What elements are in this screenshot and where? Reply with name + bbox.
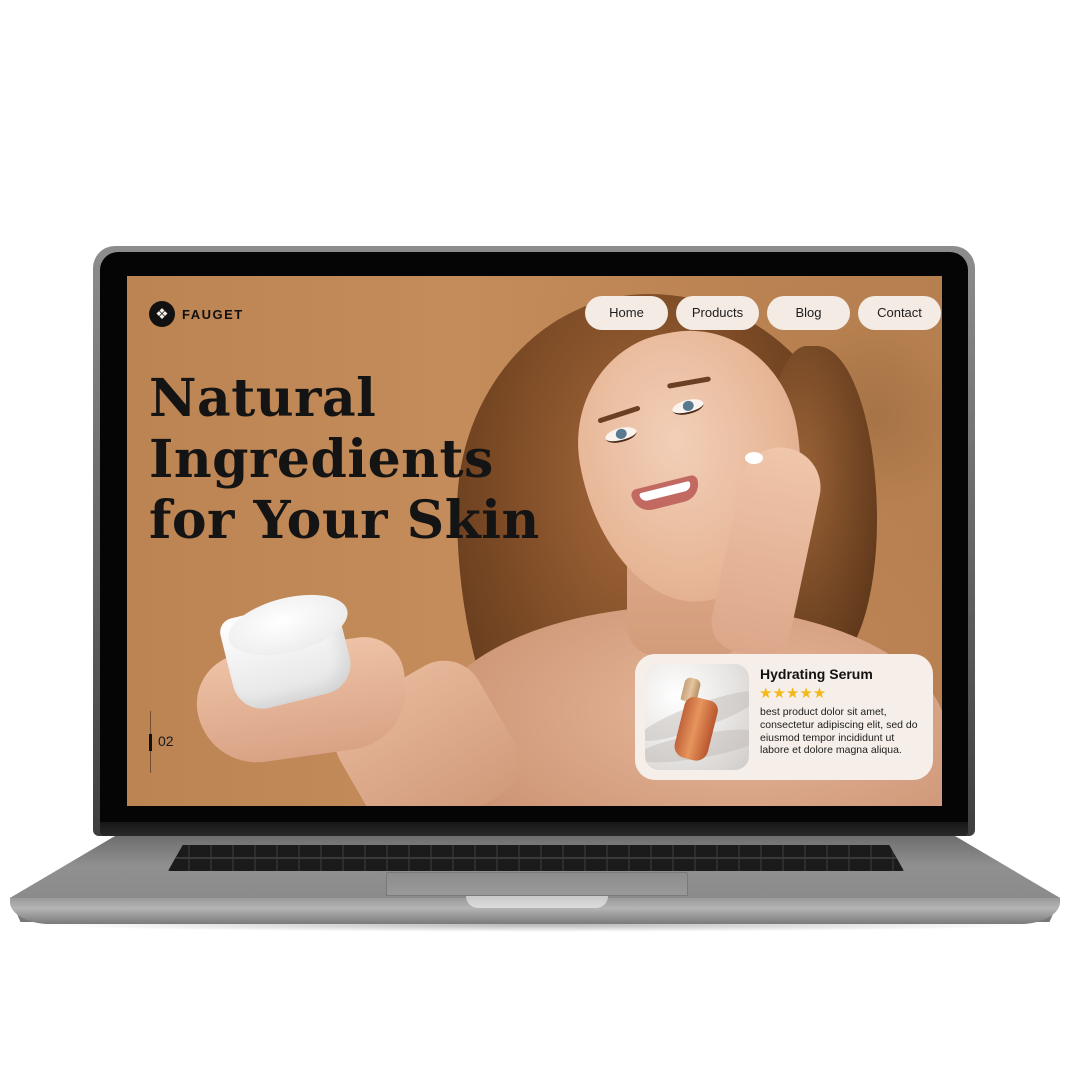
- laptop-hinge: [100, 822, 968, 836]
- nav-blog-button[interactable]: Blog: [767, 296, 850, 330]
- keyboard: [168, 845, 904, 871]
- product-title: Hydrating Serum: [760, 666, 873, 682]
- cream-dab: [745, 452, 763, 464]
- website-screen: ❖ FAUGET Home Products Blog Contact Natu…: [127, 276, 942, 806]
- brand-logo[interactable]: ❖ FAUGET: [149, 301, 244, 327]
- nav-contact-button[interactable]: Contact: [858, 296, 941, 330]
- headline-line: Natural: [149, 368, 377, 429]
- product-description: best product dolor sit amet, consectetur…: [760, 706, 918, 757]
- laptop-mockup: ❖ FAUGET Home Products Blog Contact Natu…: [0, 0, 1080, 1080]
- hero-headline: Natural Ingredients for Your Skin: [149, 368, 569, 551]
- brand-name: FAUGET: [182, 306, 244, 322]
- headline-line: for Your Skin: [149, 490, 540, 551]
- nav-home-button[interactable]: Home: [585, 296, 668, 330]
- slide-active-marker: [149, 734, 152, 751]
- nav-products-button[interactable]: Products: [676, 296, 759, 330]
- slide-number: 02: [158, 733, 174, 749]
- star-rating: ★★★★★: [759, 684, 827, 702]
- product-card[interactable]: Hydrating Serum ★★★★★ best product dolor…: [635, 654, 933, 780]
- product-image: [645, 664, 749, 770]
- slide-indicator[interactable]: 02: [149, 711, 190, 773]
- main-nav: Home Products Blog Contact: [585, 296, 941, 330]
- lid-opening-notch: [466, 896, 608, 908]
- headline-line: Ingredients: [149, 429, 494, 490]
- trackpad: [386, 872, 688, 896]
- flower-ornament-icon: ❖: [149, 301, 175, 327]
